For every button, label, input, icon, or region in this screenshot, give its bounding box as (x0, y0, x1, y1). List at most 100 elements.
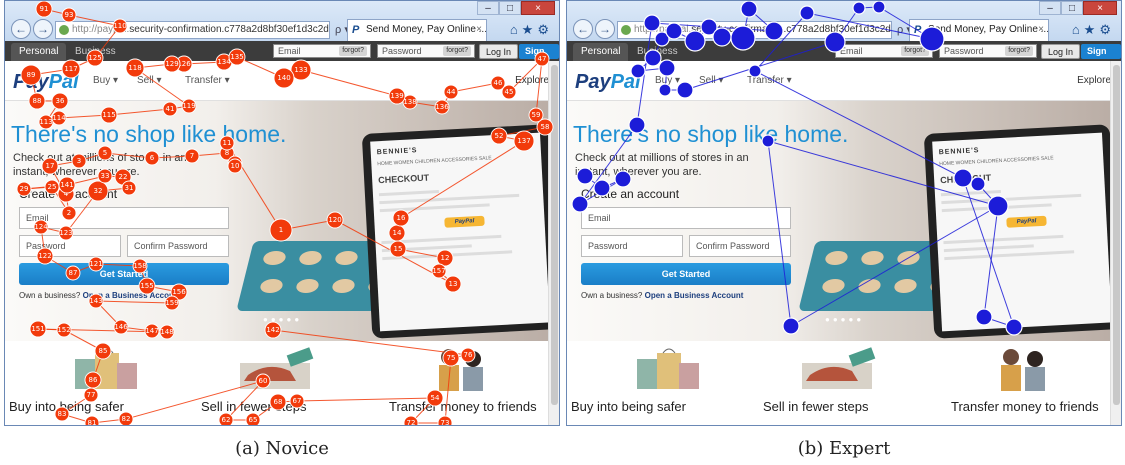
fixation-point (953, 168, 973, 188)
fixation-point: 25 (44, 179, 60, 195)
fixation-point: 86 (84, 371, 102, 389)
fixation-label: 86 (89, 376, 98, 384)
saccade-line (754, 70, 964, 179)
fixation-label: 45 (505, 88, 514, 96)
fixation-point: 83 (54, 406, 70, 422)
fixation-label: 141 (60, 181, 73, 189)
saccade-line (300, 69, 398, 97)
fixation-label: 110 (113, 22, 126, 30)
fixation-label: 60 (259, 377, 268, 385)
fixation-label: 114 (52, 114, 66, 122)
fixation-point: 155 (138, 277, 156, 295)
fixation-point: 152 (56, 322, 72, 338)
fixation-point: 46 (490, 75, 506, 91)
fixation-label: 58 (541, 123, 550, 131)
fixation-point: 146 (113, 319, 129, 335)
fixation-point: 158 (132, 258, 148, 274)
fixation-point (730, 25, 756, 51)
expert-gaze-overlay (571, 1, 1023, 336)
fixation-label: 119 (182, 102, 195, 110)
fixation-label: 12 (441, 254, 450, 262)
fixation-label: 151 (31, 325, 44, 333)
fixation-point: 44 (443, 84, 459, 100)
fixation-point: 136 (434, 99, 450, 115)
fixation-label: 11 (223, 139, 232, 147)
fixation-label: 133 (294, 66, 307, 74)
fixation-label: 142 (266, 326, 279, 334)
fixation-point: 120 (326, 211, 344, 229)
fixation-label: 16 (397, 214, 406, 222)
fixation-point: 157 (431, 263, 447, 279)
fixation-label: 125 (88, 54, 101, 62)
saccade-line (95, 300, 173, 304)
fixation-point: 7 (184, 148, 200, 164)
fixation-label: 155 (140, 282, 153, 290)
saccade-line (790, 205, 999, 327)
fixation-label: 67 (293, 397, 302, 405)
fixation-point (748, 64, 762, 78)
fixation-point (676, 81, 694, 99)
fixation-label: 72 (407, 419, 416, 426)
fixation-label: 138 (403, 98, 416, 106)
fixation-label: 137 (517, 137, 530, 145)
fixation-point: 93 (61, 7, 77, 23)
fixation-label: 117 (64, 65, 77, 73)
fixation-point (628, 116, 646, 134)
fixation-label: 136 (435, 103, 449, 111)
fixation-point: 65 (245, 412, 261, 425)
fixation-label: 65 (249, 416, 258, 424)
fixation-point (571, 195, 589, 213)
fixation-point (740, 1, 758, 18)
saccade-line (983, 205, 999, 318)
fixation-point: 113 (38, 114, 54, 130)
fixation-point: 123 (58, 225, 74, 241)
fixation-label: 123 (59, 229, 72, 237)
fixation-label: 54 (431, 394, 440, 402)
fixation-point: 148 (159, 324, 175, 340)
fixation-point (658, 59, 676, 77)
fixation-point (782, 317, 800, 335)
fixation-label: 143 (89, 297, 102, 305)
fixation-point: 33 (97, 168, 113, 184)
fixation-point: 147 (144, 323, 160, 339)
fixation-point: 72 (403, 415, 419, 426)
fixation-point: 15 (389, 240, 407, 258)
fixation-point: 14 (388, 224, 406, 242)
fixation-point: 10 (227, 158, 243, 174)
screenshot-expert: – □ × ← → http://paypal.security-confirm… (566, 0, 1122, 426)
fixation-label: 85 (99, 347, 108, 355)
saccade-line (535, 58, 543, 116)
fixation-label: 31 (125, 184, 134, 192)
fixation-label: 82 (122, 415, 131, 423)
fixation-point (764, 21, 784, 41)
fixation-point: 1 (269, 218, 293, 242)
saccade-line (400, 140, 525, 219)
fixation-point: 88 (28, 92, 46, 110)
fixation-point: 16 (392, 209, 410, 227)
fixation-label: 115 (102, 111, 115, 119)
fixation-point: 118 (125, 58, 145, 78)
fixation-label: 68 (274, 398, 283, 406)
fixation-point: 47 (534, 51, 550, 67)
fixation-point: 139 (388, 87, 406, 105)
fixation-point: 75 (442, 349, 460, 367)
fixation-point: 115 (100, 106, 118, 124)
fixation-point (614, 170, 632, 188)
fixation-label: 83 (58, 410, 67, 418)
fixation-label: 93 (65, 11, 74, 19)
saccade-line (272, 329, 469, 356)
fixation-point: 54 (426, 389, 444, 407)
fixation-label: 13 (449, 280, 458, 288)
fixation-point: 89 (20, 64, 42, 86)
caption-novice: (a) Novice (235, 438, 329, 459)
novice-gaze-overlay: 1234567891011121314151617222529313233364… (16, 1, 554, 426)
fixation-point (799, 5, 815, 21)
fixation-point: 6 (144, 150, 160, 166)
fixation-point: 151 (29, 320, 47, 338)
screenshot-novice: – □ × ← → http://paypal.security-confirm… (4, 0, 560, 426)
saccade-line (108, 108, 171, 116)
fixation-label: 146 (114, 323, 128, 331)
fixation-label: 152 (57, 326, 70, 334)
fixation-point (824, 31, 846, 53)
fixation-label: 121 (89, 260, 102, 268)
